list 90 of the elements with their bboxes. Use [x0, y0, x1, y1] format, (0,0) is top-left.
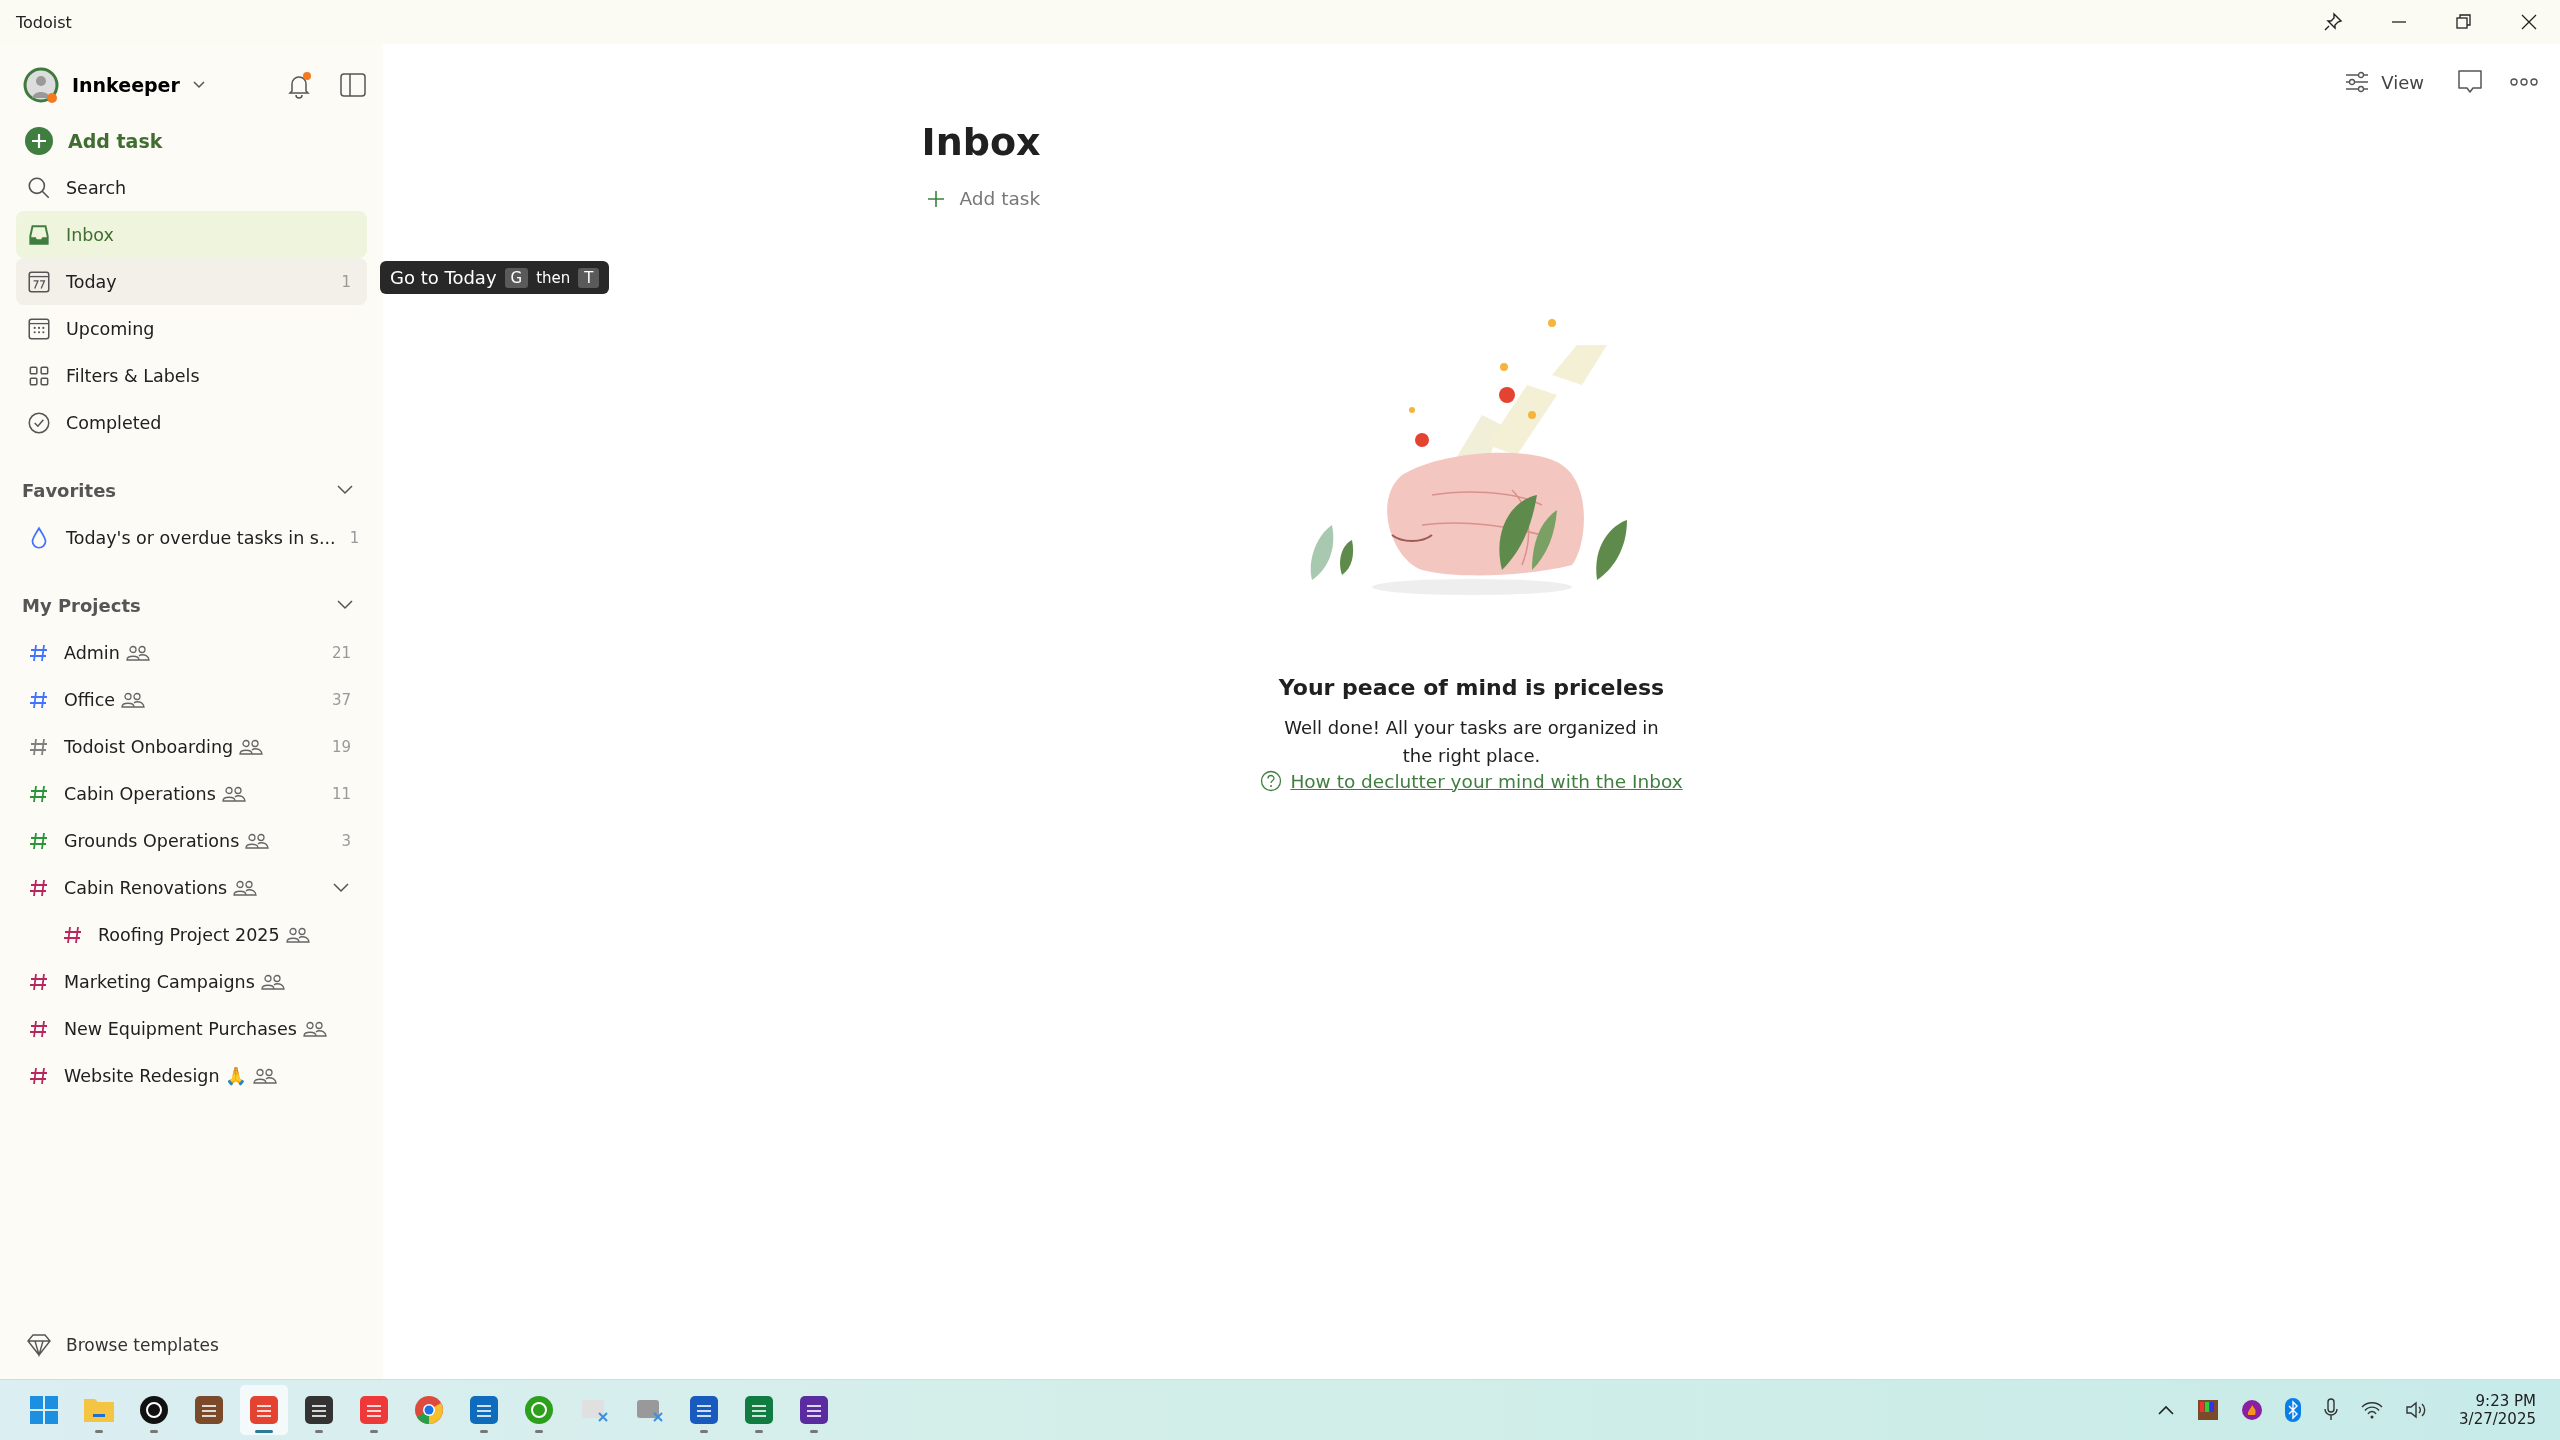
- running-indicator: [700, 1430, 708, 1433]
- wifi-icon[interactable]: [2361, 1401, 2384, 1419]
- plus-icon: [925, 188, 946, 209]
- plus-circle-icon: [24, 126, 54, 156]
- running-indicator: [370, 1430, 378, 1433]
- nav-item[interactable]: Filters & Labels: [16, 352, 367, 399]
- help-icon: [1260, 770, 1283, 792]
- running-indicator: [95, 1430, 103, 1433]
- app-icon: [744, 1395, 774, 1425]
- chevron-up-icon[interactable]: [2157, 1404, 2176, 1416]
- bluetooth-icon[interactable]: [2285, 1398, 2302, 1422]
- clock-date[interactable]: 3/27/2025: [2459, 1410, 2536, 1428]
- microphone-icon[interactable]: [2323, 1398, 2340, 1422]
- page-title: Inbox: [921, 120, 1042, 166]
- tooltip-text: Go to Today: [390, 267, 497, 288]
- project-item[interactable]: Grounds Operations 3: [16, 817, 367, 864]
- chevron-down-icon[interactable]: [335, 483, 355, 497]
- app-icon: [249, 1395, 279, 1425]
- empty-state-text: Well done! All your tasks are organized in the right place.: [1283, 716, 1660, 768]
- project-item[interactable]: Todoist Onboarding 19: [16, 723, 367, 770]
- task-count: 21: [331, 643, 351, 662]
- project-item[interactable]: Admin 21: [16, 629, 367, 676]
- folder-icon: [83, 1396, 115, 1424]
- task-count: 3: [341, 831, 351, 850]
- notification-bell-icon[interactable]: [285, 71, 313, 99]
- restore-icon[interactable]: [2455, 13, 2473, 31]
- browse-templates-button[interactable]: Browse templates: [16, 1323, 367, 1367]
- key-label: T: [578, 267, 600, 288]
- app-circle-icon: [524, 1395, 554, 1425]
- project-item[interactable]: Marketing Campaigns: [16, 958, 367, 1005]
- task-count: 1: [341, 272, 351, 291]
- user-menu[interactable]: Innkeeper: [16, 66, 206, 104]
- add-task-button[interactable]: Add task: [16, 118, 367, 164]
- search-icon: [26, 174, 52, 201]
- app-icon: [799, 1395, 829, 1425]
- task-count: 19: [331, 737, 351, 756]
- clock-time[interactable]: 9:23 PM: [2475, 1392, 2536, 1410]
- chevron-down-icon[interactable]: [335, 598, 355, 612]
- app-icon: [194, 1395, 224, 1425]
- section-header: Favorites: [22, 479, 117, 501]
- favorite-item[interactable]: Today's or overdue tasks in s... 1: [16, 514, 367, 561]
- app-circle-icon: [139, 1395, 169, 1425]
- more-icon[interactable]: [2510, 77, 2538, 87]
- app-icon: [304, 1395, 334, 1425]
- add-task-button[interactable]: Add task: [921, 182, 1045, 215]
- sidebar-toggle-icon[interactable]: [339, 72, 367, 98]
- flame-icon[interactable]: [2241, 1399, 2264, 1421]
- running-indicator: [315, 1430, 323, 1433]
- app-icon: [469, 1395, 499, 1425]
- nav-item[interactable]: Upcoming: [16, 305, 367, 352]
- avatar-icon: [22, 66, 60, 104]
- section-header: My Projects: [22, 594, 141, 616]
- task-count: 11: [331, 784, 351, 803]
- running-indicator: [150, 1430, 158, 1433]
- browser-icon: [414, 1395, 444, 1425]
- running-indicator: [255, 1430, 273, 1433]
- app-icon: [689, 1395, 719, 1425]
- project-item[interactable]: Cabin Operations 11: [16, 770, 367, 817]
- windows-logo-icon: [29, 1395, 59, 1425]
- view-button[interactable]: View: [2339, 70, 2430, 94]
- empty-state-heading: Your peace of mind is priceless: [1278, 675, 1665, 700]
- running-indicator: [480, 1430, 488, 1433]
- project-item[interactable]: Website Redesign 🙏: [16, 1052, 367, 1099]
- task-count: 1: [349, 528, 360, 547]
- task-count: 37: [331, 690, 351, 709]
- chevron-down-icon[interactable]: [331, 880, 351, 895]
- tooltip-text: then: [536, 268, 571, 287]
- window-title: Todoist: [16, 12, 72, 32]
- pin-icon[interactable]: [2323, 12, 2343, 32]
- sliders-icon: [2345, 71, 2370, 93]
- project-item[interactable]: New Equipment Purchases: [16, 1005, 367, 1052]
- app-icon: [359, 1395, 389, 1425]
- help-link[interactable]: How to declutter your mind with the Inbox: [1290, 770, 1683, 792]
- project-item[interactable]: Office 37: [16, 676, 367, 723]
- nav-item[interactable]: Search: [16, 164, 367, 211]
- running-indicator: [535, 1430, 543, 1433]
- running-indicator: [810, 1430, 818, 1433]
- calendar-grid-icon: [26, 315, 52, 342]
- calendar-icon: [26, 268, 52, 295]
- close-icon[interactable]: [2520, 13, 2538, 31]
- key-label: G: [504, 267, 529, 288]
- comment-icon[interactable]: [2456, 68, 2484, 96]
- chevron-down-icon: [191, 80, 206, 90]
- running-indicator: [755, 1430, 763, 1433]
- app-icon[interactable]: [2197, 1399, 2220, 1421]
- diamond-icon: [26, 1333, 52, 1357]
- nav-item[interactable]: Inbox: [16, 211, 367, 258]
- project-item[interactable]: Cabin Renovations: [16, 864, 367, 911]
- nav-item[interactable]: Completed: [16, 399, 367, 446]
- project-item[interactable]: Roofing Project 2025: [16, 911, 367, 958]
